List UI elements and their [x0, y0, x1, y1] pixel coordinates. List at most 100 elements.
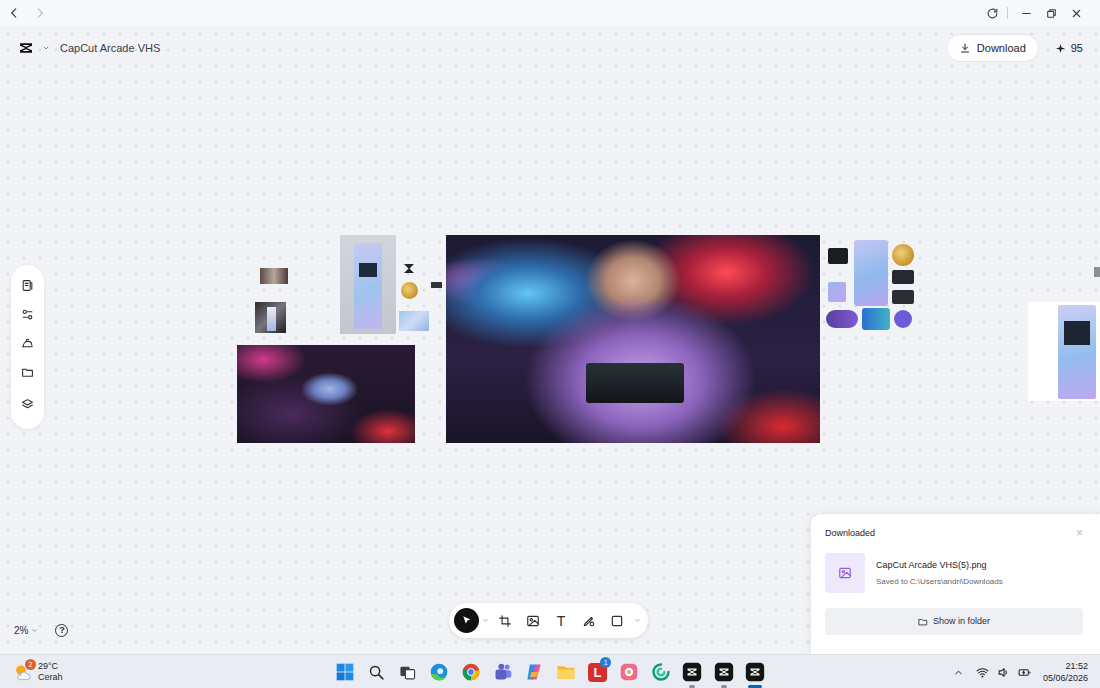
- running-indicator: [689, 685, 695, 688]
- frame-tool[interactable]: [491, 607, 519, 635]
- canvas-image[interactable]: [1094, 267, 1100, 277]
- shape-tool[interactable]: [603, 607, 631, 635]
- refresh-icon[interactable]: [986, 7, 999, 20]
- taskbar-app[interactable]: [676, 655, 708, 688]
- downloaded-file[interactable]: CapCut Arcade VHS(5).pngSaved to C:\User…: [825, 553, 1083, 593]
- capcut-icon: [714, 662, 734, 682]
- notification-header: Downloaded×: [825, 527, 1083, 539]
- canvas-image[interactable]: [255, 302, 286, 333]
- taskbar-app[interactable]: [455, 655, 487, 688]
- canvas-image-part: [359, 263, 377, 277]
- left-toolbar-item[interactable]: [11, 329, 44, 358]
- left-toolbar-item[interactable]: [11, 387, 44, 421]
- download-label: Download: [977, 43, 1026, 54]
- canvas-image[interactable]: [446, 235, 820, 443]
- battery-icon[interactable]: [1018, 666, 1031, 679]
- chevron-tool[interactable]: [631, 607, 643, 635]
- show-hidden-icons-icon[interactable]: [953, 667, 964, 678]
- canvas-image-part: [892, 290, 914, 304]
- chevron-tool[interactable]: [479, 607, 491, 635]
- credits[interactable]: 95: [1055, 40, 1083, 57]
- clock[interactable]: 21:5205/06/2026: [1043, 660, 1088, 684]
- canvas-image[interactable]: [340, 235, 396, 334]
- canvas-image[interactable]: [824, 240, 918, 330]
- credits-count: 95: [1071, 40, 1083, 57]
- canvas-image-part: [894, 310, 912, 328]
- image-tool[interactable]: [519, 607, 547, 635]
- weather-condition: Cerah: [38, 672, 63, 683]
- stamp-icon: [21, 337, 34, 350]
- canvas-image-part: [354, 243, 382, 329]
- capcut-logo-icon[interactable]: [18, 40, 34, 56]
- zoom-chevron-icon[interactable]: [31, 627, 38, 634]
- canvas-image[interactable]: [260, 268, 288, 284]
- pen-tool[interactable]: [575, 607, 603, 635]
- menu-chevron-icon[interactable]: [42, 44, 50, 52]
- left-toolbar-item[interactable]: [11, 300, 44, 329]
- back-icon[interactable]: [7, 6, 21, 20]
- restore-icon[interactable]: [1045, 7, 1058, 20]
- zoom-control[interactable]: 2%?: [14, 622, 68, 638]
- file-info: CapCut Arcade VHS(5).pngSaved to C:\User…: [876, 559, 1003, 587]
- taskbar-app[interactable]: [645, 655, 677, 688]
- canvas-image[interactable]: [431, 282, 442, 288]
- text-tool-glyph: T: [557, 614, 566, 628]
- volume-icon[interactable]: [997, 666, 1010, 679]
- taskbar-app[interactable]: [708, 655, 740, 688]
- help-button[interactable]: ?: [55, 624, 68, 637]
- show-in-folder-button[interactable]: Show in folder: [825, 608, 1083, 635]
- temperature: 29°C: [38, 661, 63, 672]
- taskbar-app[interactable]: [392, 655, 424, 688]
- copilot-icon: [524, 662, 544, 682]
- download-button[interactable]: Download: [946, 34, 1039, 62]
- weather-text: 29°CCerah: [38, 661, 63, 683]
- l-app-glyph: L: [593, 666, 601, 679]
- wifi-icon[interactable]: [976, 666, 989, 679]
- select-icon: [460, 614, 473, 627]
- select-tool[interactable]: [454, 608, 479, 633]
- canvas-image[interactable]: [401, 282, 418, 299]
- chevron-icon: [482, 617, 489, 624]
- minimize-icon[interactable]: [1020, 7, 1033, 20]
- chrome-icon: [461, 662, 481, 682]
- canvas-image-part: [826, 310, 858, 328]
- taskbar-app[interactable]: [329, 655, 361, 688]
- weather-badge: 2: [25, 659, 36, 670]
- zoom-value[interactable]: 2%: [14, 623, 28, 638]
- taskbar-app[interactable]: [360, 655, 392, 688]
- canvas-image[interactable]: [1028, 302, 1100, 401]
- weather-icon: 2: [13, 663, 32, 682]
- system-tray: 21:5205/06/2026: [771, 660, 1100, 684]
- capcut-icon: [745, 662, 765, 682]
- date: 05/06/2026: [1043, 672, 1088, 684]
- taskbar-app[interactable]: [550, 655, 582, 688]
- close-button[interactable]: ×: [1076, 527, 1083, 539]
- app-badge: 1: [600, 657, 611, 668]
- running-indicator: [748, 685, 762, 688]
- taskbar-app[interactable]: [424, 655, 456, 688]
- canvas-image[interactable]: [404, 264, 414, 273]
- canvas-image[interactable]: [237, 345, 415, 443]
- photos-icon: [619, 662, 639, 682]
- capcut-icon: [682, 662, 702, 682]
- taskbar-app[interactable]: L1: [582, 655, 614, 688]
- image-icon: [526, 614, 540, 628]
- taskbar-app[interactable]: [487, 655, 519, 688]
- text-tool[interactable]: T: [547, 607, 575, 635]
- download-icon: [959, 42, 971, 54]
- canvas-image[interactable]: [399, 311, 429, 331]
- left-toolbar-item[interactable]: [11, 358, 44, 387]
- left-toolbar: [11, 265, 44, 429]
- canvas-image-part: [1058, 305, 1096, 399]
- taskbar-app[interactable]: [740, 655, 772, 688]
- canvas-workspace[interactable]: CapCut Arcade VHS Download 95 2%? T Downloade…: [0, 26, 1100, 654]
- weather-widget[interactable]: 229°CCerah: [0, 661, 329, 683]
- forward-icon: [33, 6, 47, 20]
- adjust-icon: [21, 308, 34, 321]
- project-title[interactable]: CapCut Arcade VHS: [60, 40, 160, 57]
- close-icon[interactable]: [1070, 7, 1083, 20]
- frame-icon: [498, 614, 512, 628]
- left-toolbar-item[interactable]: [11, 271, 44, 300]
- taskbar-app[interactable]: [613, 655, 645, 688]
- taskbar-app[interactable]: [518, 655, 550, 688]
